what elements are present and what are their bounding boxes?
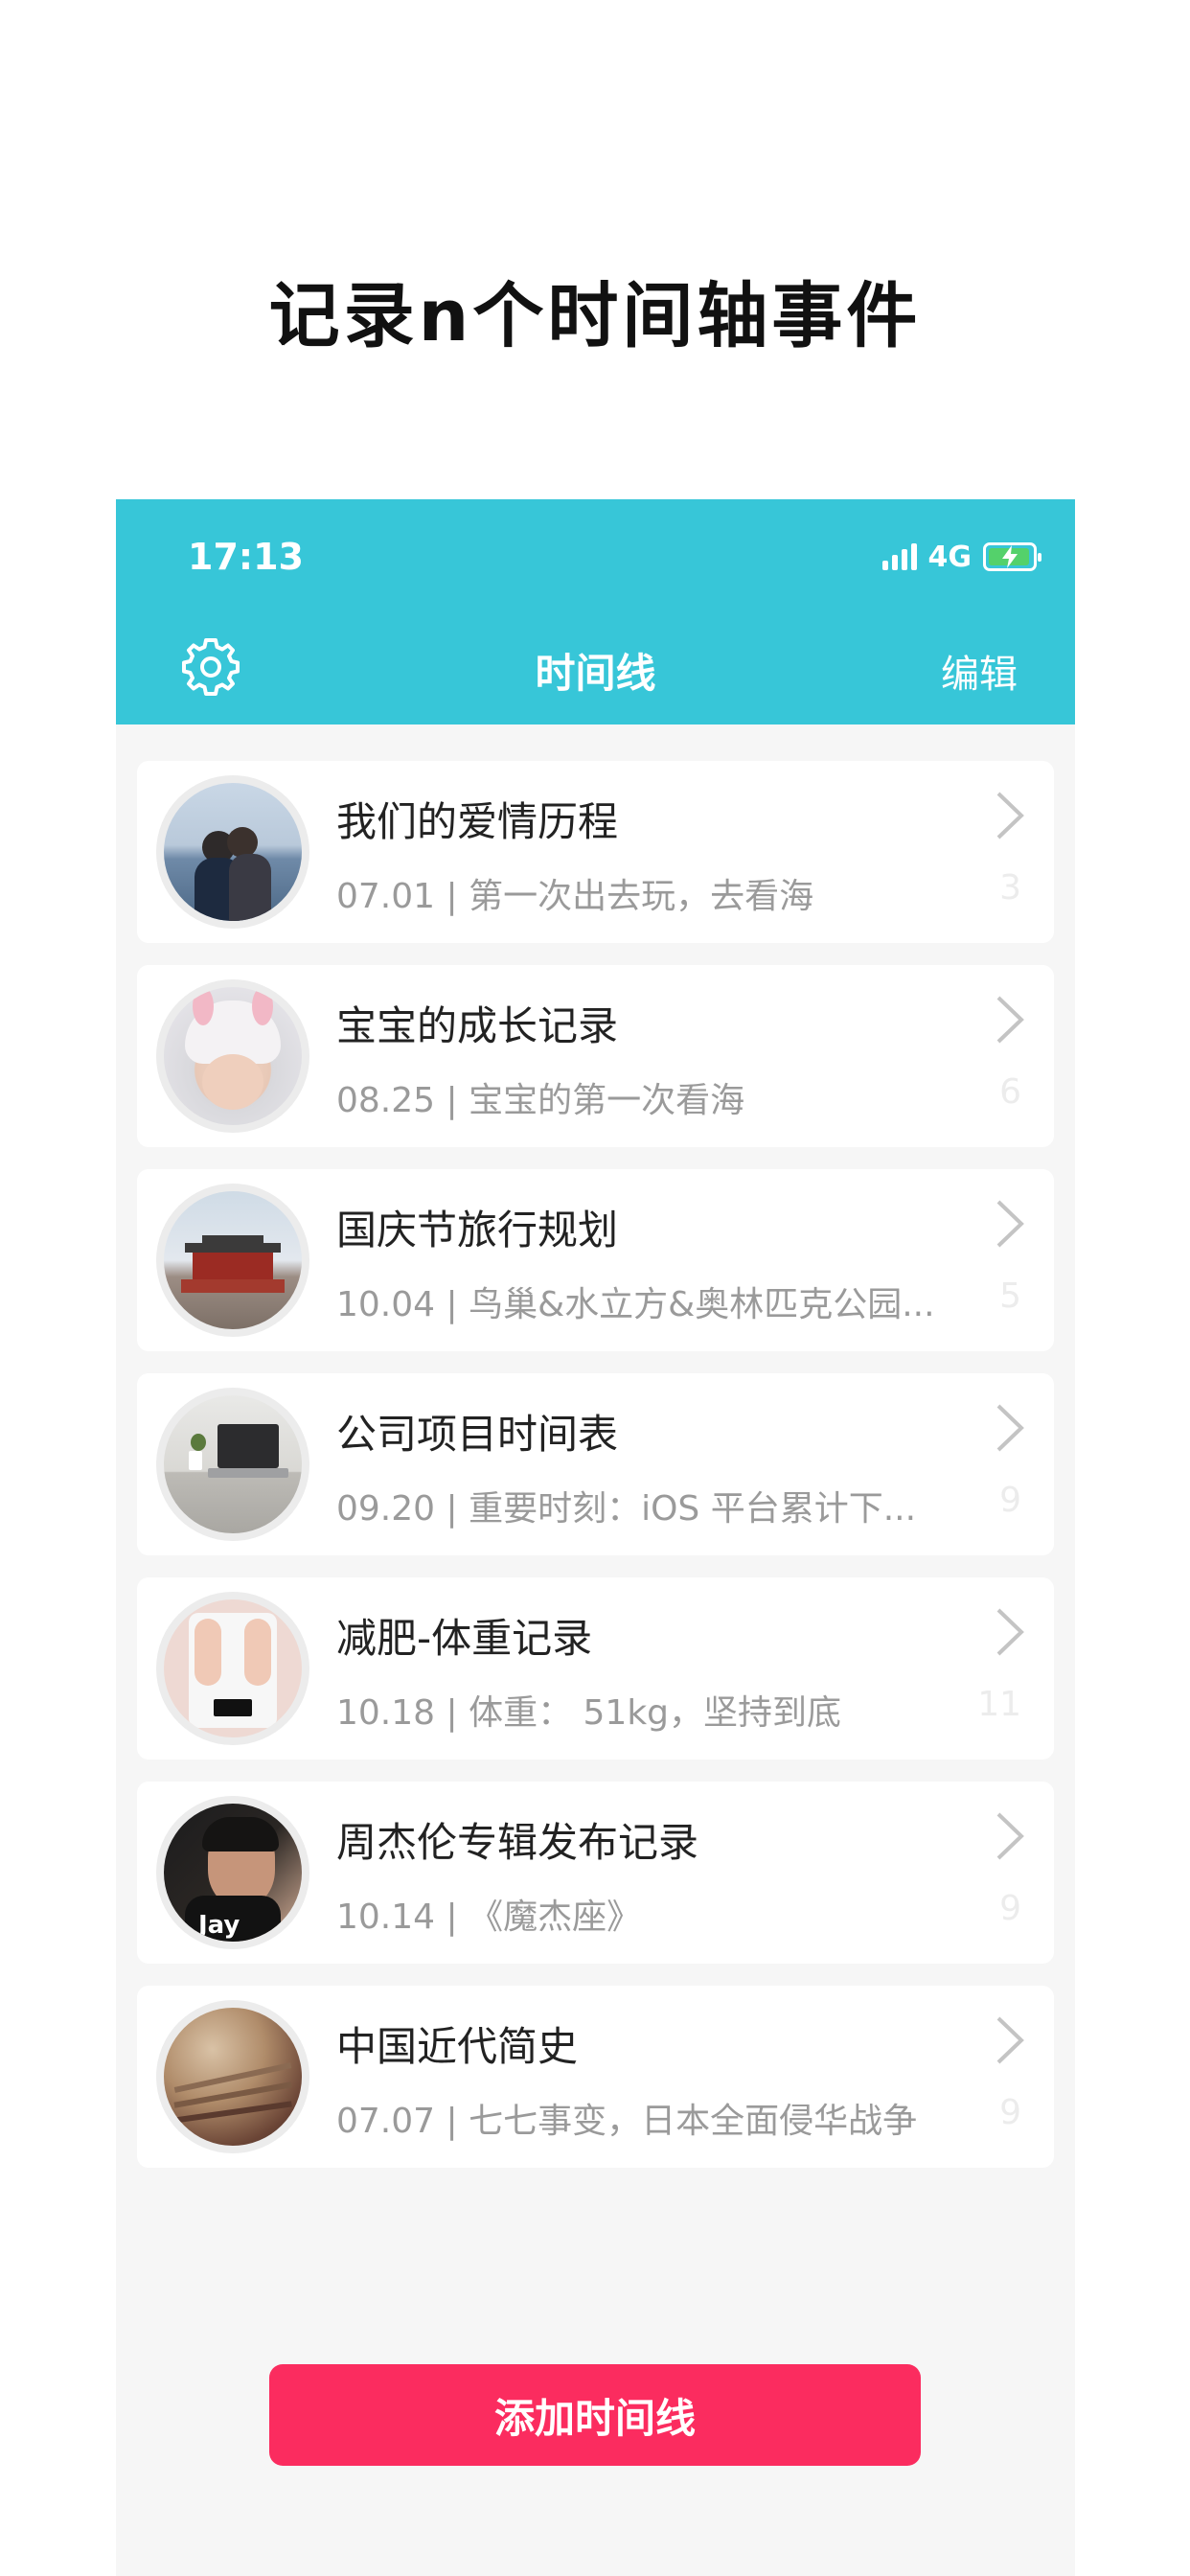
chevron-right-icon xyxy=(996,2016,1024,2064)
timeline-latest-event: 10.04 | 鸟巢&水立方&奥林匹克公园... xyxy=(336,1285,935,1324)
phone-screen: 17:13 4G 时间线 编辑 我们的爱情历程 07.01 | 第一次出去玩，去… xyxy=(116,499,1075,2576)
timeline-title: 国庆节旅行规划 xyxy=(336,1207,619,1254)
timeline-card[interactable]: 公司项目时间表 09.20 | 重要时刻：iOS 平台累计下... 9 xyxy=(137,1373,1054,1555)
timeline-thumbnail xyxy=(156,1388,309,1541)
add-timeline-button[interactable]: 添加时间线 xyxy=(269,2364,921,2466)
timeline-card[interactable]: 宝宝的成长记录 08.25 | 宝宝的第一次看海 6 xyxy=(137,965,1054,1147)
timeline-thumbnail xyxy=(156,775,309,929)
chevron-right-icon xyxy=(996,996,1024,1044)
timeline-title: 宝宝的成长记录 xyxy=(336,1002,619,1049)
timeline-card[interactable]: 我们的爱情历程 07.01 | 第一次出去玩，去看海 3 xyxy=(137,761,1054,943)
chevron-right-icon xyxy=(996,1812,1024,1860)
timeline-card[interactable]: 国庆节旅行规划 10.04 | 鸟巢&水立方&奥林匹克公园... 5 xyxy=(137,1169,1054,1351)
timeline-title: 周杰伦专辑发布记录 xyxy=(336,1819,699,1866)
timeline-thumbnail xyxy=(156,1592,309,1745)
timeline-latest-event: 10.14 | 《魔杰座》 xyxy=(336,1898,642,1937)
promo-title: 记录n个时间轴事件 xyxy=(268,275,922,357)
status-time: 17:13 xyxy=(188,536,304,578)
timeline-list: 我们的爱情历程 07.01 | 第一次出去玩，去看海 3 宝宝的成长记录 08.… xyxy=(137,761,1054,2190)
chevron-right-icon xyxy=(996,1404,1024,1452)
status-icons: 4G xyxy=(881,540,1041,574)
event-count: 9 xyxy=(999,1889,1021,1928)
event-count: 3 xyxy=(999,868,1021,908)
timeline-latest-event: 07.07 | 七七事变，日本全面侵华战争 xyxy=(336,2102,918,2141)
timeline-title: 减肥-体重记录 xyxy=(336,1615,593,1662)
chevron-right-icon xyxy=(996,1200,1024,1248)
timeline-thumbnail xyxy=(156,979,309,1133)
timeline-card[interactable]: Jay 周杰伦专辑发布记录 10.14 | 《魔杰座》 9 xyxy=(137,1782,1054,1964)
event-count: 6 xyxy=(999,1072,1021,1112)
timeline-thumbnail xyxy=(156,1184,309,1337)
timeline-thumbnail: Jay xyxy=(156,1796,309,1949)
signal-icon xyxy=(881,543,917,570)
battery-charging-icon xyxy=(983,542,1041,571)
edit-button[interactable]: 编辑 xyxy=(941,643,1018,699)
event-count: 9 xyxy=(999,1481,1021,1520)
event-count: 5 xyxy=(999,1276,1021,1316)
timeline-latest-event: 08.25 | 宝宝的第一次看海 xyxy=(336,1081,745,1120)
chevron-right-icon xyxy=(996,792,1024,840)
timeline-latest-event: 07.01 | 第一次出去玩，去看海 xyxy=(336,877,814,916)
timeline-thumbnail xyxy=(156,2000,309,2153)
nav-bar: 17:13 4G 时间线 编辑 xyxy=(116,499,1075,724)
timeline-title: 中国近代简史 xyxy=(336,2023,579,2070)
event-count: 11 xyxy=(977,1685,1021,1724)
network-type: 4G xyxy=(927,540,973,574)
timeline-card[interactable]: 中国近代简史 07.07 | 七七事变，日本全面侵华战争 9 xyxy=(137,1986,1054,2168)
timeline-latest-event: 10.18 | 体重： 51kg，坚持到底 xyxy=(336,1693,842,1733)
timeline-title: 公司项目时间表 xyxy=(336,1411,619,1458)
chevron-right-icon xyxy=(996,1608,1024,1656)
timeline-title: 我们的爱情历程 xyxy=(336,798,619,845)
timeline-latest-event: 09.20 | 重要时刻：iOS 平台累计下... xyxy=(336,1489,917,1529)
timeline-card[interactable]: 减肥-体重记录 10.18 | 体重： 51kg，坚持到底 11 xyxy=(137,1577,1054,1760)
nav-title: 时间线 xyxy=(535,650,656,697)
event-count: 9 xyxy=(999,2093,1021,2132)
